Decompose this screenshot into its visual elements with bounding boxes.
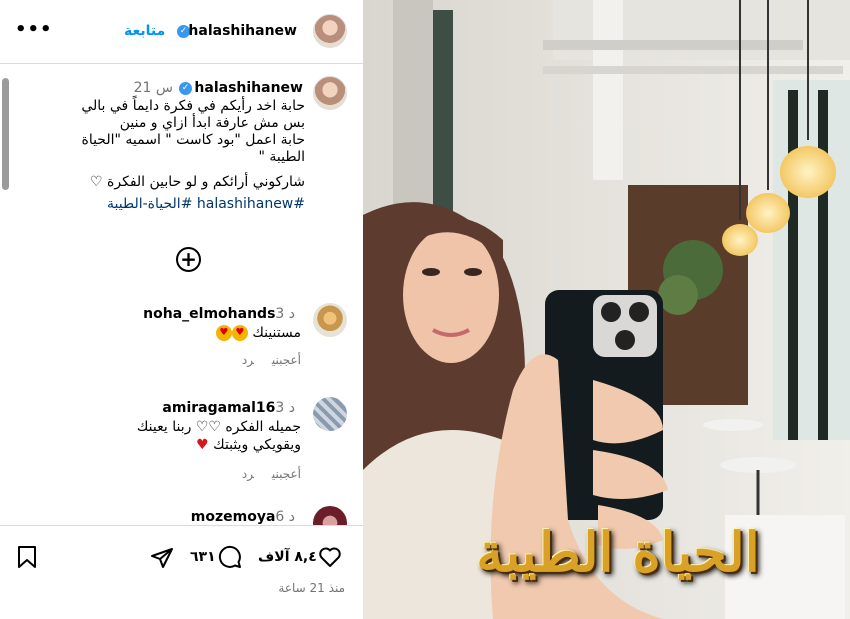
commenter-username[interactable]: amiragamal16 <box>162 400 275 416</box>
heart-icon[interactable] <box>318 545 342 569</box>
caption-line: حابة اعمل "بود كاست " اسميه "الحياة <box>81 132 305 148</box>
like-comment-button[interactable]: أعجبني <box>272 467 301 481</box>
comment-item: mozemoya6 د <box>17 506 347 525</box>
likes-count[interactable]: ٨,٤ آلاف <box>258 549 317 565</box>
post-header: ••• متابعة ✓ halashihanew <box>0 0 363 64</box>
reply-button[interactable]: رد <box>242 467 254 481</box>
post-actions-bar: ٦٣١ ٨,٤ آلاف منذ 21 ساعة <box>0 525 363 619</box>
comments-scroll-area: 21 س ✓ halashihanew حابة اخد رأيكم في فك… <box>0 65 363 525</box>
heart-eyes-emoji-icon: ♥ <box>231 325 248 341</box>
comment-time: 3 د <box>275 400 295 416</box>
heart-icon: ♡ <box>90 174 103 190</box>
commenter-username[interactable]: noha_elmohands <box>143 306 275 322</box>
verified-badge-icon: ✓ <box>179 82 192 95</box>
avatar[interactable] <box>313 14 347 48</box>
caption-line: بس مش عارفة ابدأ ازاي و منين <box>119 115 305 131</box>
comment-time: 6 د <box>275 509 295 525</box>
load-more-comments-icon[interactable]: + <box>176 247 201 272</box>
commenter-username[interactable]: mozemoya <box>191 509 276 525</box>
heart-icon: ♡ <box>195 419 209 435</box>
bookmark-icon[interactable] <box>18 546 36 568</box>
commenter-avatar[interactable] <box>313 303 347 337</box>
comment-text: مستنينك ♥♥ <box>31 324 301 342</box>
post-photo[interactable]: الحياة الطيبة <box>363 0 850 619</box>
heart-eyes-emoji-icon: ♥ <box>215 325 232 341</box>
caption-line: الطيبة " <box>258 149 305 165</box>
caption-line: شاركوني أرائكم و لو حابين الفكرة ♡ <box>90 174 305 190</box>
hashtags[interactable]: #halashihanew #الحياة-الطيبة <box>25 196 305 212</box>
comment-icon[interactable] <box>218 545 242 569</box>
caption-timestamp: 21 س <box>133 80 173 96</box>
comments-count: ٦٣١ <box>190 549 216 565</box>
comment-item: amiragamal163 د جميله الفكره ♡♡ ربنا يعي… <box>17 397 347 487</box>
caption-line: حابة اخد رأيكم في فكرة دايماً في بالي <box>81 98 305 114</box>
caption-username[interactable]: halashihanew <box>194 80 303 96</box>
reply-button[interactable]: رد <box>242 353 254 367</box>
like-comment-button[interactable]: أعجبني <box>272 353 301 367</box>
comment-time: 3 د <box>275 306 295 322</box>
caption-text: حابة اخد رأيكم في فكرة دايماً في بالي بس… <box>35 98 305 191</box>
red-heart-icon: ♥ <box>196 437 209 453</box>
photo-overlay-text: الحياة الطيبة <box>476 520 760 584</box>
commenter-avatar[interactable] <box>313 506 347 525</box>
caption-avatar[interactable] <box>313 76 347 110</box>
comment-text: جميله الفكره ♡♡ ربنا يعينك ويقويكي ويثبت… <box>136 419 301 453</box>
share-icon[interactable] <box>150 546 174 570</box>
more-options-icon[interactable]: ••• <box>15 20 53 40</box>
follow-button[interactable]: متابعة <box>124 23 165 39</box>
comment-item: noha_elmohands3 د مستنينك ♥♥ أعجبني رد <box>17 303 347 373</box>
post-sidebar: ••• متابعة ✓ halashihanew ▲ ▼ 21 س ✓ hal… <box>0 0 363 619</box>
header-username[interactable]: halashihanew <box>188 23 297 39</box>
heart-icon: ♡ <box>208 419 221 435</box>
commenter-avatar[interactable] <box>313 397 347 431</box>
post-time: منذ 21 ساعة <box>278 581 345 595</box>
